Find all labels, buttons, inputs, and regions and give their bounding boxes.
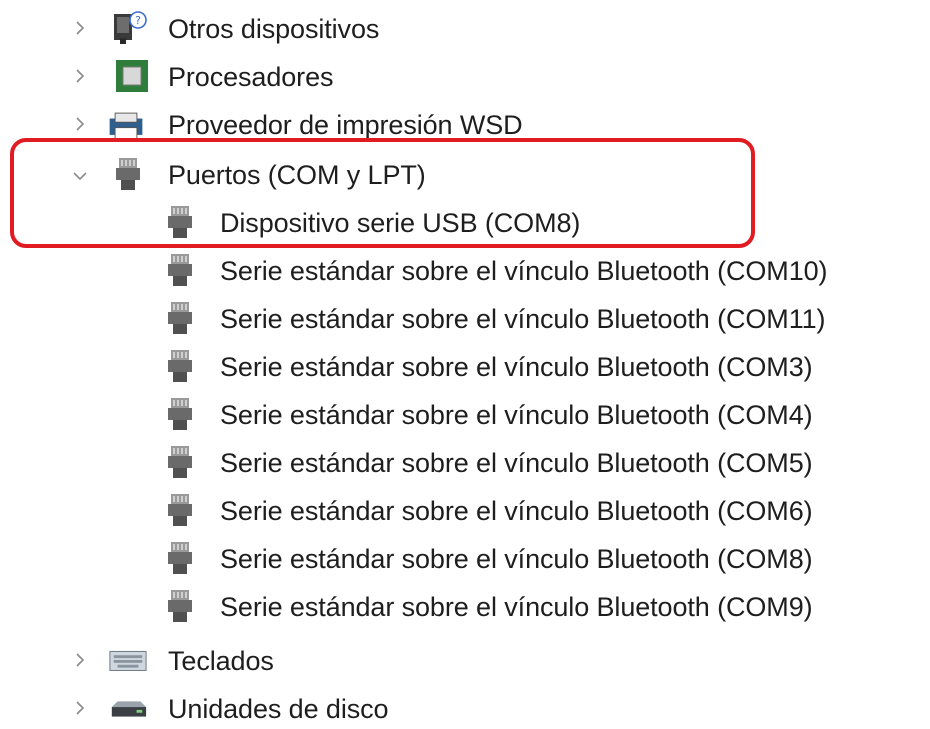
expand-chevron-otros[interactable] <box>70 18 90 38</box>
category-label[interactable]: Otros dispositivos <box>168 12 379 46</box>
port-icon <box>108 154 148 194</box>
keyboard-icon <box>108 640 148 680</box>
category-label[interactable]: Procesadores <box>168 60 333 94</box>
device-label[interactable]: Serie estándar sobre el vínculo Bluetoot… <box>220 302 826 336</box>
device-label[interactable]: Serie estándar sobre el vínculo Bluetoot… <box>220 590 813 624</box>
port-icon <box>160 586 200 626</box>
device-label[interactable]: Serie estándar sobre el vínculo Bluetoot… <box>220 494 813 528</box>
port-icon <box>160 298 200 338</box>
port-icon <box>160 490 200 530</box>
device-label[interactable]: Serie estándar sobre el vínculo Bluetoot… <box>220 446 813 480</box>
category-label[interactable]: Teclados <box>168 644 274 678</box>
device-label[interactable]: Serie estándar sobre el vínculo Bluetoot… <box>220 254 828 288</box>
device-label[interactable]: Serie estándar sobre el vínculo Bluetoot… <box>220 542 813 576</box>
expand-chevron-unidades[interactable] <box>70 698 90 718</box>
device-manager-tree: ? Otros dispositivos Procesadores Provee… <box>0 0 930 729</box>
expand-chevron-teclados[interactable] <box>70 650 90 670</box>
svg-text:?: ? <box>135 14 141 27</box>
disk-drive-icon <box>108 688 148 728</box>
device-label[interactable]: Dispositivo serie USB (COM8) <box>220 206 580 240</box>
expand-chevron-proveedor[interactable] <box>70 114 90 134</box>
category-label[interactable]: Proveedor de impresión WSD <box>168 108 523 142</box>
category-label[interactable]: Unidades de disco <box>168 692 389 726</box>
port-icon <box>160 442 200 482</box>
collapse-chevron-puertos[interactable] <box>70 166 90 186</box>
port-icon <box>160 346 200 386</box>
device-label[interactable]: Serie estándar sobre el vínculo Bluetoot… <box>220 398 813 432</box>
port-icon <box>160 394 200 434</box>
port-icon <box>160 202 200 242</box>
other-devices-icon: ? <box>108 8 148 48</box>
port-icon <box>160 250 200 290</box>
port-icon <box>160 538 200 578</box>
expand-chevron-procesadores[interactable] <box>70 66 90 86</box>
device-label[interactable]: Serie estándar sobre el vínculo Bluetoot… <box>220 350 813 384</box>
processor-icon <box>112 56 152 96</box>
printer-icon <box>106 104 146 144</box>
category-label[interactable]: Puertos (COM y LPT) <box>168 158 426 192</box>
